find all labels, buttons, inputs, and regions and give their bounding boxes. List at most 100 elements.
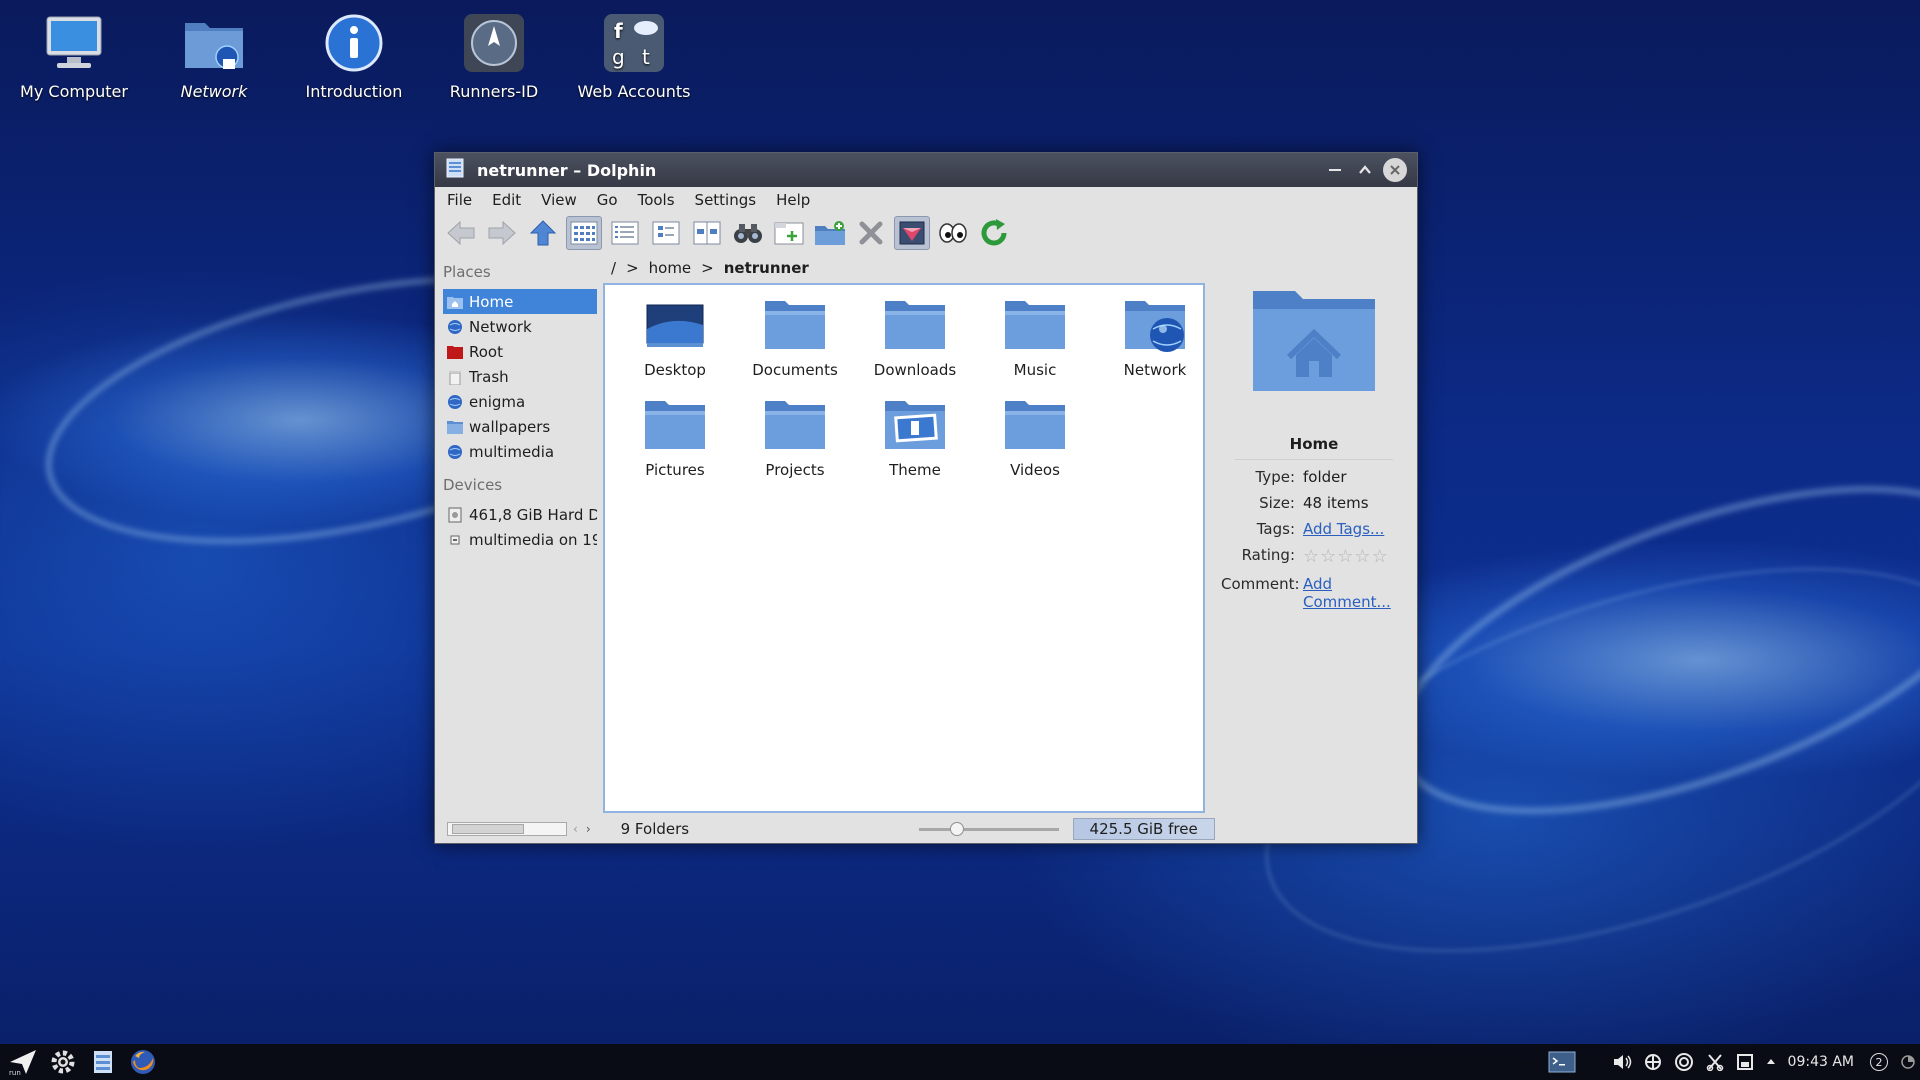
places-item-root[interactable]: Root (443, 339, 597, 364)
desktop-icon-web-accounts[interactable]: fgt Web Accounts (574, 12, 694, 101)
menu-settings[interactable]: Settings (695, 191, 757, 209)
new-tab-button[interactable] (771, 216, 807, 250)
breadcrumb-current[interactable]: netrunner (724, 259, 809, 277)
add-comment-link[interactable]: Comment... (1303, 593, 1391, 611)
places-item-network[interactable]: Network (443, 314, 597, 339)
virtual-desktop-badge[interactable]: 2 (1870, 1053, 1888, 1071)
zoom-slider-handle[interactable] (950, 821, 965, 836)
file-view[interactable]: Desktop Documents Downloads Music Networ… (603, 283, 1205, 813)
desktop-icon-my-computer[interactable]: My Computer (14, 12, 134, 101)
maximize-button[interactable] (1353, 158, 1377, 182)
file-item[interactable]: Music (975, 291, 1095, 391)
file-item[interactable]: Videos (975, 391, 1095, 491)
forward-button[interactable] (484, 216, 520, 250)
star-icon[interactable]: ☆ (1372, 546, 1389, 567)
desktop-icon-network[interactable]: Network (154, 12, 274, 101)
updates-icon[interactable] (1674, 1052, 1694, 1072)
places-panel: Places Home Network Root Trash enigma wa… (435, 253, 601, 815)
file-item[interactable]: Documents (735, 291, 855, 391)
star-icon[interactable]: ☆ (1337, 546, 1354, 567)
add-tags-link[interactable]: Add Tags... (1303, 520, 1384, 538)
dolphin-taskbar-button[interactable] (86, 1047, 120, 1077)
delete-button[interactable] (853, 216, 889, 250)
theme-folder-icon (883, 395, 947, 455)
window-titlebar[interactable]: netrunner – Dolphin (435, 153, 1417, 187)
breadcrumb-home[interactable]: home (649, 259, 692, 277)
places-item-home[interactable]: Home (443, 289, 597, 314)
tray-expand-icon[interactable] (1766, 1057, 1776, 1067)
menu-file[interactable]: File (447, 191, 472, 209)
desktop-icon-introduction[interactable]: Introduction (294, 12, 414, 101)
menu-help[interactable]: Help (776, 191, 810, 209)
file-item[interactable]: Pictures (615, 391, 735, 491)
menu-view[interactable]: View (541, 191, 577, 209)
list-view-icon (611, 221, 639, 245)
network-tray-icon[interactable] (1644, 1053, 1662, 1071)
devices-item-hard-drive[interactable]: 461,8 GiB Hard Dri (443, 502, 597, 527)
launcher-button[interactable]: run (6, 1047, 40, 1077)
file-item[interactable]: Downloads (855, 291, 975, 391)
star-icon[interactable]: ☆ (1303, 546, 1320, 567)
places-item-enigma[interactable]: enigma (443, 389, 597, 414)
settings-button[interactable] (46, 1047, 80, 1077)
add-comment-link[interactable]: Add (1303, 575, 1332, 593)
reload-button[interactable] (976, 216, 1012, 250)
volume-icon[interactable] (1612, 1053, 1632, 1071)
find-button[interactable] (730, 216, 766, 250)
menu-edit[interactable]: Edit (492, 191, 521, 209)
places-item-wallpapers[interactable]: wallpapers (443, 414, 597, 439)
terminal-button[interactable] (1548, 1051, 1576, 1073)
file-item-label: Downloads (873, 361, 957, 379)
file-item[interactable]: Projects (735, 391, 855, 491)
minimize-button[interactable] (1323, 158, 1347, 182)
dolphin-window: netrunner – Dolphin File Edit View Go To… (434, 152, 1418, 844)
zoom-slider[interactable] (918, 821, 1059, 836)
dashboard-icon[interactable] (1900, 1054, 1916, 1070)
folder-icon (763, 395, 827, 455)
close-button[interactable] (1383, 158, 1407, 182)
places-item-label: Trash (469, 367, 509, 386)
trash-icon (447, 369, 463, 385)
up-button[interactable] (525, 216, 561, 250)
add-comment-link-group: Add Comment... (1303, 575, 1391, 611)
info-row-size: Size: 48 items (1221, 494, 1407, 512)
chevron-right-icon[interactable]: › (586, 822, 591, 836)
preview-button[interactable] (894, 216, 930, 250)
chevron-left-icon[interactable]: ‹ (573, 822, 578, 836)
places-item-label: multimedia (469, 442, 555, 461)
desktop-icon-runners-id[interactable]: Runners-ID (434, 12, 554, 101)
scissors-icon[interactable] (1706, 1053, 1724, 1071)
scrollbar-thumb[interactable] (452, 824, 524, 834)
menu-tools[interactable]: Tools (638, 191, 675, 209)
star-icon[interactable]: ☆ (1354, 546, 1371, 567)
file-item-label: Music (1013, 361, 1057, 379)
menu-go[interactable]: Go (597, 191, 618, 209)
clipboard-icon[interactable] (1736, 1053, 1754, 1071)
devices-item-multimedia[interactable]: multimedia on 192 (443, 527, 597, 552)
icons-view-button[interactable] (566, 216, 602, 250)
info-key: Comment: (1221, 575, 1300, 593)
file-item[interactable]: Theme (855, 391, 975, 491)
file-item[interactable]: Desktop (615, 291, 735, 391)
split-view-icon (693, 221, 721, 245)
places-item-multimedia[interactable]: multimedia (443, 439, 597, 464)
star-icon[interactable]: ☆ (1320, 546, 1337, 567)
file-item[interactable]: Network (1095, 291, 1215, 391)
places-item-trash[interactable]: Trash (443, 364, 597, 389)
back-button[interactable] (443, 216, 479, 250)
rating-stars[interactable]: ☆☆☆☆☆ (1303, 546, 1389, 567)
firefox-button[interactable] (126, 1047, 160, 1077)
compact-view-button[interactable] (648, 216, 684, 250)
new-folder-button[interactable] (812, 216, 848, 250)
details-view-button[interactable] (607, 216, 643, 250)
arrow-left-icon (447, 220, 475, 246)
devices-item-label: multimedia on 192 (469, 530, 597, 549)
show-hidden-button[interactable] (935, 216, 971, 250)
clock[interactable]: 09:43 AM (1788, 1054, 1854, 1070)
split-view-button[interactable] (689, 216, 725, 250)
places-scrollbar[interactable] (447, 822, 567, 836)
breadcrumb-root[interactable]: / (611, 259, 616, 277)
free-space-indicator: 425.5 GiB free (1072, 818, 1215, 840)
compass-icon (461, 12, 527, 74)
menubar: File Edit View Go Tools Settings Help (435, 187, 1417, 213)
